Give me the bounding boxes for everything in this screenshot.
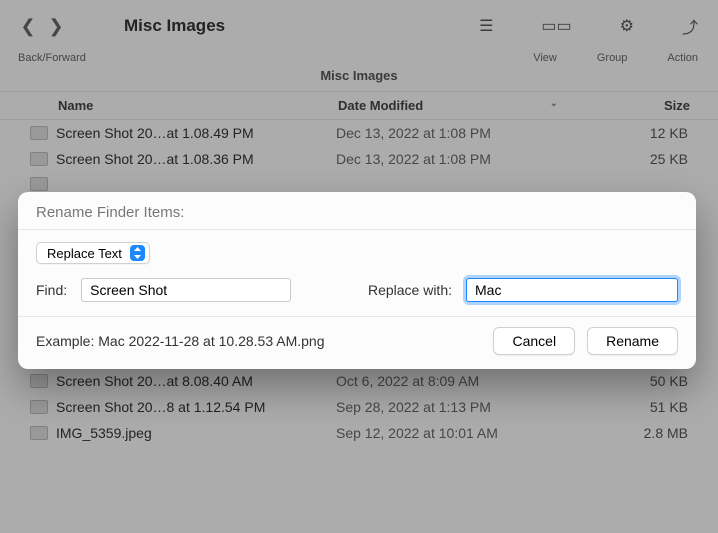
dialog-title: Rename Finder Items: [18, 192, 696, 230]
find-label: Find: [36, 282, 67, 298]
cancel-button[interactable]: Cancel [493, 327, 575, 355]
find-input[interactable] [81, 278, 291, 302]
dialog-body: Replace Text Find: Replace with: [18, 230, 696, 317]
dialog-footer: Example: Mac 2022-11-28 at 10.28.53 AM.p… [18, 317, 696, 369]
fields-row: Find: Replace with: [36, 278, 678, 302]
replace-label: Replace with: [368, 282, 452, 298]
mode-select[interactable]: Replace Text [36, 242, 150, 264]
example-value: Mac 2022-11-28 at 10.28.53 AM.png [98, 333, 324, 349]
rename-button[interactable]: Rename [587, 327, 678, 355]
rename-dialog: Rename Finder Items: Replace Text Find: … [18, 192, 696, 369]
mode-label: Replace Text [47, 246, 122, 261]
updown-icon [130, 245, 145, 261]
example-prefix: Example: [36, 333, 98, 349]
replace-input[interactable] [466, 278, 678, 302]
example-text: Example: Mac 2022-11-28 at 10.28.53 AM.p… [36, 333, 481, 349]
